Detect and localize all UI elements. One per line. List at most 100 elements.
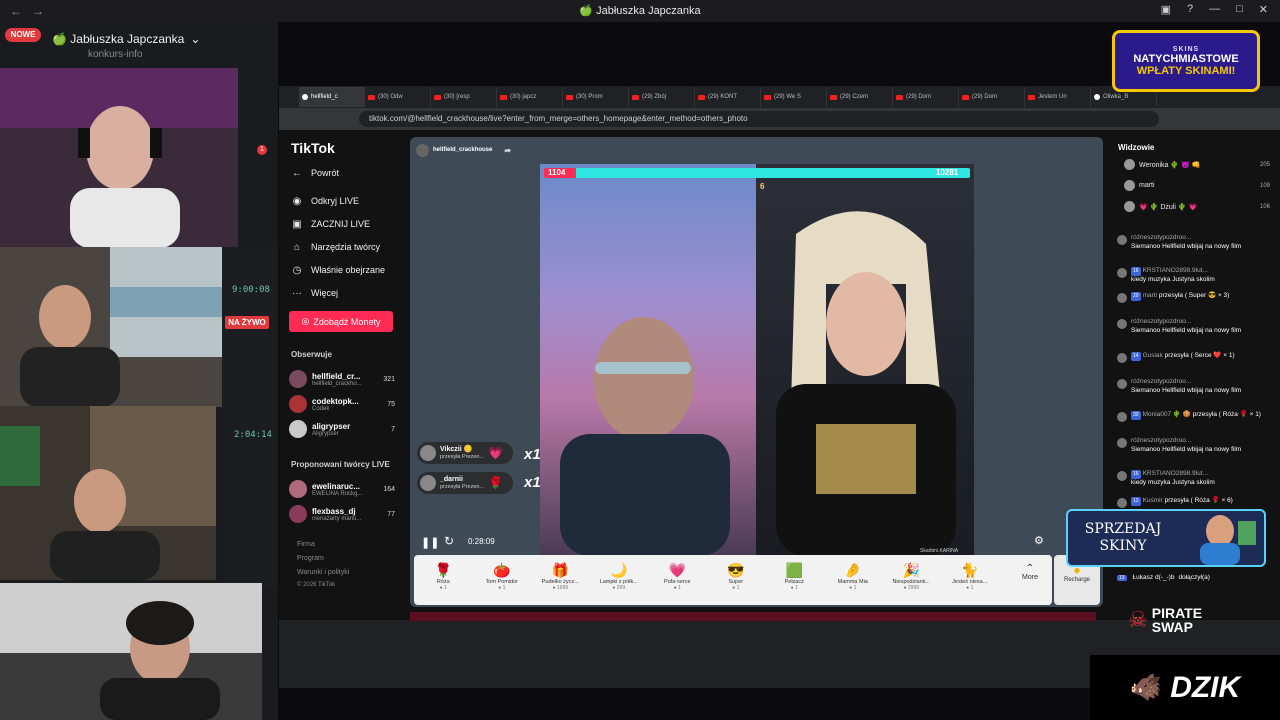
footer-link[interactable]: Firma [297,541,315,548]
stream-time: 0:28:09 [468,537,495,546]
nav-discover-live[interactable]: ◉ Odkryj LIVE [291,195,359,207]
avatar [1117,412,1127,422]
chat-user[interactable]: KRSTIANO2898.9lut... [1143,470,1208,477]
tab[interactable]: (29) Czem [827,87,893,107]
nav-start-live[interactable]: ▣ ZACZNIJ LIVE [291,218,370,230]
rose-icon: 🌹 [488,476,503,490]
chat-user[interactable]: Łukasz d(-_-)b [1133,574,1175,581]
gift-item[interactable]: 🍅 Tom Pomidor ● 1 [473,555,532,605]
back-link[interactable]: ← Powrót [291,167,339,179]
viewer-score: 109 [1259,182,1270,189]
avatar [289,420,307,438]
arrow-left-icon: ← [292,167,302,179]
maximize-button[interactable]: □ [1236,3,1243,16]
settings-icon[interactable]: ⚙ [1034,534,1044,547]
tab-hellfield[interactable]: hellfield_c [299,87,365,107]
tab[interactable]: (29) KONT [695,87,761,107]
gift-icon: 🎁 [551,562,569,578]
gift-item[interactable]: 💗 Pufa-serce ● 1 [648,555,707,605]
webcam-feed-4 [0,583,262,720]
chat-user[interactable]: różneszotypozdroo... [1131,437,1191,444]
viewer-score: 106 [1259,203,1270,210]
chat-text: przesyła ( Róża 🌹 × 6) [1164,497,1233,504]
suggested-account[interactable]: ewelinaruc... EWELINA Ruckg... 164 [289,477,395,501]
footer-link[interactable]: Program [297,555,324,562]
gift-item[interactable]: 🌙 Lampki z półk... ● 299 [590,555,649,605]
nav-creator-tools[interactable]: ⌂ Narzędzia twórcy [291,241,380,253]
gift-icon: 🟩 [785,562,803,578]
tab[interactable]: (29) We S [761,87,827,107]
viewer-name: 💗 🌵 Dżuli 🌵 💗 [1139,203,1198,211]
server-header[interactable]: 🍏 Jabłuszka Japczanka ⌄ [52,28,278,50]
promo-line: SPRZEDAJ [1084,521,1162,537]
tab[interactable]: Jestem Un [1025,87,1091,107]
chat-user[interactable]: różneszotypozdroo... [1131,234,1191,241]
pause-icon[interactable]: ❚❚ [421,536,439,549]
chat-user[interactable]: Kuśmir [1143,497,1163,504]
following-account[interactable]: codektopk... Codek 75 [289,392,395,416]
chat-user[interactable]: marti [1143,292,1157,299]
avatar [420,475,436,491]
chat-user[interactable]: różneszotypozdroo... [1131,378,1191,385]
suggested-account[interactable]: flexbass_dj nienażarty mariu... 77 [289,502,395,526]
gift-item[interactable]: 🌹 Róża ● 1 [414,555,473,605]
channel-name[interactable]: konkurs-info [88,49,142,60]
youtube-icon [566,94,573,100]
tab[interactable]: (29) Dom [959,87,1025,107]
watermark: Skarbini.KARINA [920,548,959,554]
tab[interactable]: (30) Prom [563,87,629,107]
stream-timer: 2:04:14 [234,430,272,440]
home-icon: ⌂ [293,241,301,253]
new-badge: NOWE [5,28,41,42]
tiktok-logo[interactable]: TikTok [291,140,335,156]
gift-price-value: 1 [970,585,974,591]
banner-strip [410,612,1096,621]
inbox-icon[interactable]: ▣ [1161,3,1171,16]
nav-label: ZACZNIJ LIVE [311,219,371,229]
following-account[interactable]: aligrypser Aligrypser 7 [289,417,395,441]
chat-user[interactable]: KRSTIANO2898.9lut... [1143,267,1208,274]
viewer-count: 7 [391,425,395,433]
minimize-button[interactable]: — [1209,3,1220,16]
tab-label: Oliwka_B [1103,94,1129,100]
chat-message: różneszotypozdroo... Siemanoo Hellfield w… [1117,318,1267,335]
gift-price: ● 1 [498,585,506,591]
url-input[interactable]: tiktok.com/@hellfield_crackhouse/live?en… [359,111,1159,127]
more-gifts-button[interactable]: ⌃ More [1010,555,1050,605]
tab[interactable]: (29) Zbój [629,87,695,107]
reload-icon[interactable]: ↻ [444,534,454,548]
get-coins-button[interactable]: ◎ Zdobądź Monety [289,311,393,332]
viewer-name: Weronika 🌵 😈 👊 [1139,161,1201,169]
viewer-row[interactable]: 💗 🌵 Dżuli 🌵 💗 106 [1124,200,1270,213]
gift-item[interactable]: 🤌 Mamma Mia ● 1 [824,555,883,605]
nav-more[interactable]: ··· Więcej [291,287,338,299]
viewer-row[interactable]: marti 109 [1124,179,1270,192]
gift-item[interactable]: 🎉 Niespodziank... ● 2999 [882,555,941,605]
share-icon[interactable]: ➦ [504,146,511,155]
tab[interactable]: (30) japcz [497,87,563,107]
viewer-row[interactable]: Weronika 🌵 😈 👊 205 [1124,158,1270,171]
chat-user[interactable]: Monia007 🌵 🍪 [1143,411,1191,418]
gift-item[interactable]: 🟩 Pełzacz ● 1 [765,555,824,605]
help-icon[interactable]: ? [1187,3,1193,16]
gift-item[interactable]: 🎁 Pudełko życz... ● 1999 [531,555,590,605]
gift-item[interactable]: 🐈 Jesteś niesa... ● 1 [941,555,1000,605]
gift-multiplier: x1 [524,474,541,491]
chat-user[interactable]: Gusiak [1143,352,1163,359]
host-header[interactable]: hellfield_crackhouse ➦ [416,142,511,158]
close-button[interactable]: ✕ [1259,3,1268,16]
nav-recently-watched[interactable]: ◷ Właśnie obejrzane [291,264,385,276]
character-illustration [1200,515,1256,565]
tab[interactable]: (30) Odw [365,87,431,107]
gift-price-value: 1999 [556,585,569,591]
footer-link[interactable]: Warunki i polityki [297,569,349,576]
tab[interactable]: (30) [resp [431,87,497,107]
gift-price: ● 1 [790,585,798,591]
avatar [1117,268,1127,278]
chat-user[interactable]: różneszotypozdroo... [1131,318,1191,325]
tab[interactable]: (29) Dom [893,87,959,107]
tiktok-icon [302,94,308,100]
following-account[interactable]: hellfield_cr... hellfield_crackho... 321 [289,367,395,391]
gift-item[interactable]: 😎 Super ● 1 [707,555,766,605]
gift-icon: 💗 [668,562,686,578]
